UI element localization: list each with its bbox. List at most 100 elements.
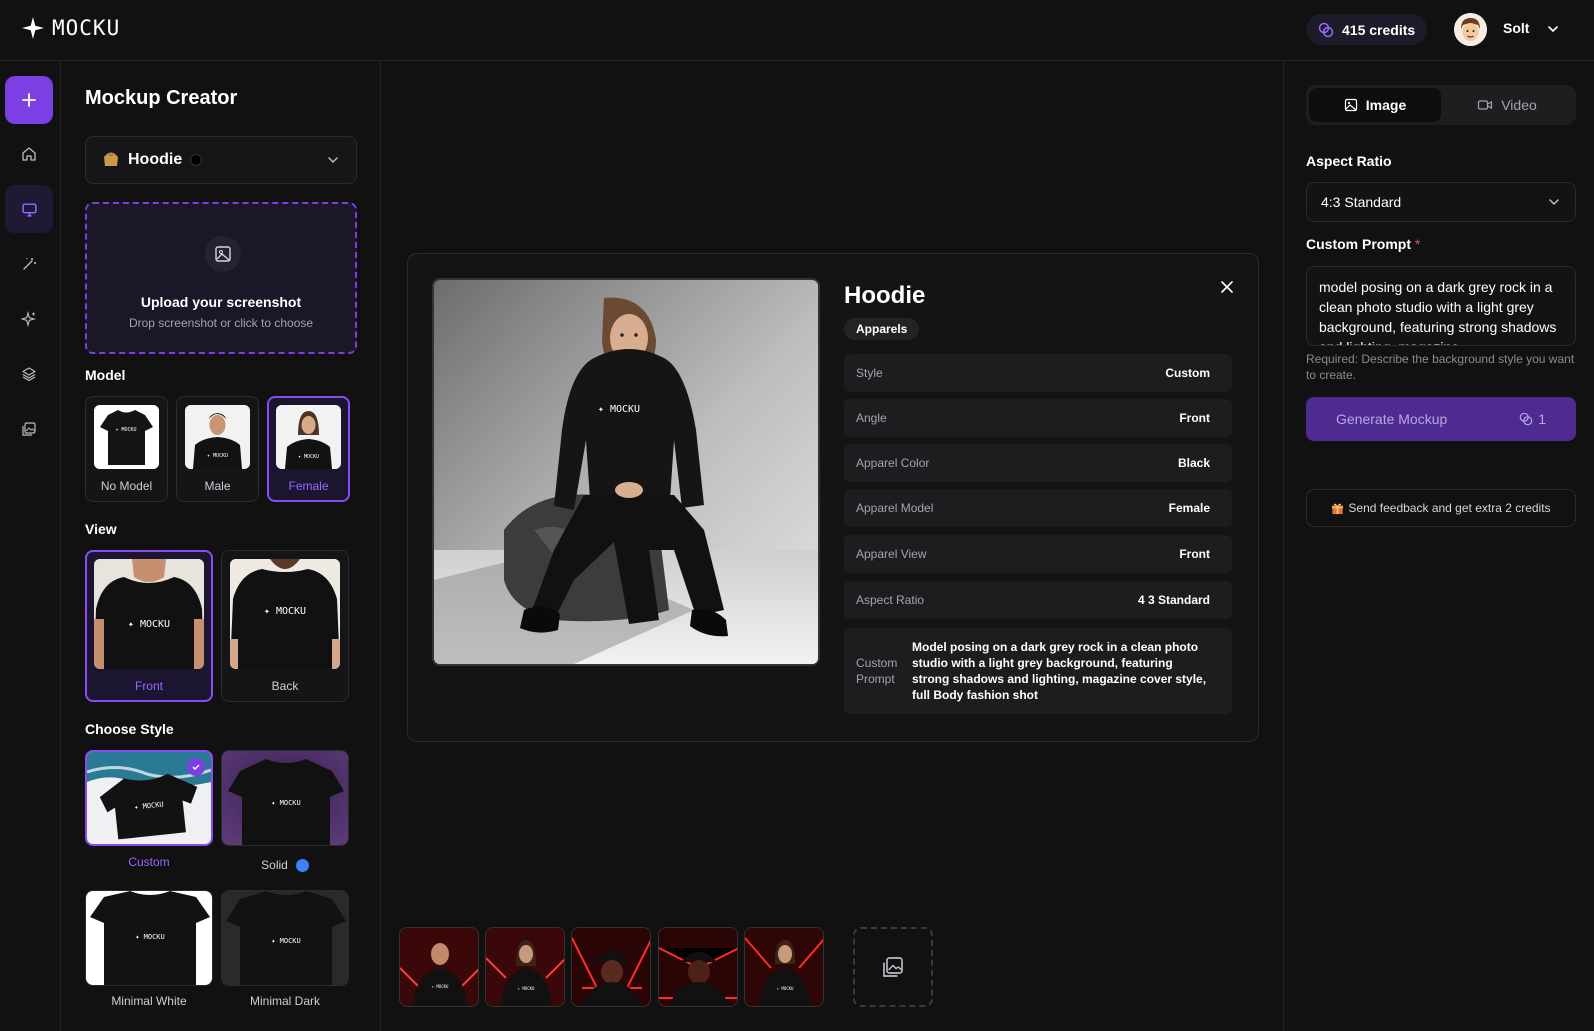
svg-text:✦ MOCKU: ✦ MOCKU <box>271 799 301 807</box>
mockup-detail-card: ✦ MOCKU Hoodie Apparels Style Custom Angl… <box>407 253 1259 742</box>
upload-dropzone[interactable]: Upload your screenshot Drop screenshot o… <box>85 202 357 354</box>
chevron-down-icon <box>1549 199 1559 206</box>
model-option-female[interactable]: ✦ MOCKU Female <box>267 396 350 502</box>
plus-icon <box>22 93 36 107</box>
model-option-no-model[interactable]: ✦ MOCKU No Model <box>85 396 168 502</box>
minimal-white-thumbnail: ✦ MOCKU <box>85 890 213 986</box>
logo[interactable]: MOCKU <box>22 16 120 40</box>
gift-icon <box>1332 503 1344 514</box>
style-label: Choose Style <box>85 721 174 737</box>
top-bar: MOCKU 415 credits Solt <box>0 0 1594 61</box>
feedback-text: Send feedback and get extra 2 credits <box>1348 501 1551 515</box>
prompt-value: Model posing on a dark grey rock in a cl… <box>912 640 1207 702</box>
prompt-key: Custom Prompt <box>856 656 898 686</box>
history-thumbnail[interactable]: ✦ MOCKU <box>485 927 565 1007</box>
front-view-thumbnail: ✦ MOCKU <box>94 559 204 669</box>
mockup-preview-image[interactable]: ✦ MOCKU <box>432 278 820 666</box>
style-label-solid: Solid <box>261 858 288 872</box>
media-type-tabs: Image Video <box>1306 85 1576 125</box>
product-title: Hoodie <box>844 282 926 309</box>
prompt-hint: Required: Describe the background style … <box>1306 352 1575 382</box>
history-thumbnail[interactable]: ✦ MOCKU <box>399 927 479 1007</box>
hoodie-icon <box>104 152 118 166</box>
view-option-front[interactable]: ✦ MOCKU Front <box>85 550 213 702</box>
history-thumbnail[interactable]: ✦ MOCKU <box>744 927 824 1007</box>
detail-row-apparel-view: Apparel View Front <box>844 535 1232 573</box>
history-thumbnail[interactable] <box>571 927 651 1007</box>
detail-row-custom-prompt: Custom Prompt Model posing on a dark gre… <box>844 628 1232 714</box>
style-option-custom[interactable]: ✦ MOCKU Custom <box>85 750 213 878</box>
mockup-nav-button[interactable] <box>5 185 53 233</box>
solid-style-thumbnail: ✦ MOCKU <box>221 750 349 846</box>
aspect-ratio-select[interactable]: 4:3 Standard <box>1306 182 1576 222</box>
svg-text:✦ MOCKU: ✦ MOCKU <box>432 984 449 989</box>
generate-mockup-button[interactable]: Generate Mockup 1 <box>1306 397 1576 441</box>
tab-image[interactable]: Image <box>1309 88 1441 122</box>
selected-check-icon <box>187 758 205 776</box>
magic-wand-icon <box>23 257 36 270</box>
detail-row-apparel-color: Apparel Color Black <box>844 444 1232 482</box>
custom-prompt-textarea[interactable]: model posing on a dark grey rock in a cl… <box>1306 266 1576 346</box>
generation-panel: Image Video Aspect Ratio 4:3 Standard Cu… <box>1283 61 1594 1031</box>
new-mockup-button[interactable] <box>5 76 53 124</box>
view-label-back: Back <box>271 679 299 693</box>
model-label: Model <box>85 367 126 383</box>
gallery-icon <box>22 422 36 436</box>
home-nav-button[interactable] <box>5 130 53 178</box>
style-option-minimal-white[interactable]: ✦ MOCKU Minimal White <box>85 890 213 1018</box>
open-gallery-button[interactable] <box>853 927 933 1007</box>
gallery-icon <box>883 957 903 977</box>
home-icon <box>22 147 36 161</box>
monitor-icon <box>21 202 37 217</box>
category-badge: Apparels <box>844 318 920 340</box>
required-mark: * <box>1414 236 1421 252</box>
sparkles-icon <box>21 311 37 327</box>
nav-rail <box>0 61 61 1031</box>
style-label-minimal-dark: Minimal Dark <box>249 994 320 1008</box>
gallery-nav-button[interactable] <box>5 405 53 453</box>
feedback-button[interactable]: Send feedback and get extra 2 credits <box>1306 489 1576 527</box>
aspect-ratio-label: Aspect Ratio <box>1306 153 1392 169</box>
detail-row-aspect-ratio: Aspect Ratio 4 3 Standard <box>844 581 1232 619</box>
credit-cost: 1 <box>1519 411 1546 427</box>
view-label-front: Front <box>134 679 163 693</box>
svg-text:✦ MOCKU: ✦ MOCKU <box>264 606 306 617</box>
aspect-ratio-value: 4:3 Standard <box>1321 194 1402 210</box>
svg-text:✦ MOCKU: ✦ MOCKU <box>777 986 794 991</box>
solid-color-swatch[interactable] <box>295 858 309 872</box>
svg-text:✦ MOCKU: ✦ MOCKU <box>271 937 301 945</box>
svg-text:✦ MOCKU: ✦ MOCKU <box>518 986 535 991</box>
style-option-minimal-dark[interactable]: ✦ MOCKU Minimal Dark <box>221 890 349 1018</box>
custom-prompt-label: Custom Prompt * <box>1306 236 1421 252</box>
style-option-solid[interactable]: ✦ MOCKU Solid <box>221 750 349 878</box>
minimal-dark-thumbnail: ✦ MOCKU <box>221 890 349 986</box>
svg-text:✦ MOCKU: ✦ MOCKU <box>115 427 136 433</box>
logo-text: MOCKU <box>52 16 121 40</box>
style-label-minimal-white: Minimal White <box>111 994 187 1008</box>
credits-text: 415 credits <box>1342 21 1416 38</box>
ai-nav-button[interactable] <box>5 295 53 343</box>
generate-label: Generate Mockup <box>1336 411 1448 427</box>
layers-icon <box>22 367 36 382</box>
view-option-back[interactable]: ✦ MOCKU Back <box>221 550 349 702</box>
page-title: Mockup Creator <box>85 87 238 109</box>
model-label-male: Male <box>204 479 231 493</box>
detail-row-style: Style Custom <box>844 354 1232 392</box>
custom-style-thumbnail: ✦ MOCKU <box>85 750 213 846</box>
magic-nav-button[interactable] <box>5 240 53 288</box>
credits-badge[interactable]: 415 credits <box>1306 14 1428 45</box>
history-thumbnail[interactable] <box>658 927 738 1007</box>
close-icon[interactable] <box>1220 280 1234 294</box>
user-name[interactable]: Solt <box>1503 20 1529 36</box>
product-select[interactable]: Hoodie <box>85 136 357 184</box>
image-upload-icon <box>205 236 241 272</box>
layers-nav-button[interactable] <box>5 350 53 398</box>
tab-video[interactable]: Video <box>1441 88 1573 122</box>
model-label-no-model: No Model <box>100 479 153 493</box>
detail-row-apparel-model: Apparel Model Female <box>844 489 1232 527</box>
svg-text:✦ MOCKU: ✦ MOCKU <box>128 619 170 630</box>
avatar[interactable] <box>1454 13 1487 46</box>
back-view-thumbnail: ✦ MOCKU <box>230 559 340 669</box>
model-option-male[interactable]: ✦ MOCKU Male <box>176 396 259 502</box>
chevron-down-icon[interactable] <box>1546 22 1560 36</box>
